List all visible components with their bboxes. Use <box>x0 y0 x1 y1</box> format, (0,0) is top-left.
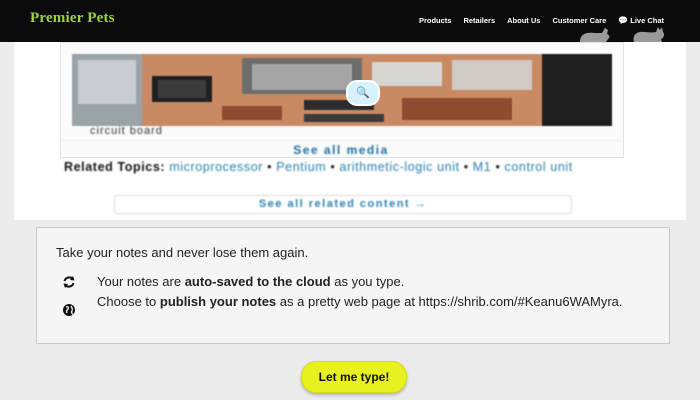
let-me-type-button[interactable]: Let me type! <box>301 361 407 393</box>
nav-about-us[interactable]: About Us <box>507 16 540 25</box>
notes-info-card: Take your notes and never lose them agai… <box>36 227 670 344</box>
site-header: Premier Pets Products Retailers About Us… <box>0 0 700 42</box>
nav-retailers[interactable]: Retailers <box>463 16 495 25</box>
media-caption: circuit board <box>90 125 163 137</box>
circuit-board-image[interactable] <box>72 54 612 126</box>
related-link[interactable]: M1 <box>473 160 492 174</box>
site-logo[interactable]: Premier Pets <box>30 10 115 27</box>
related-topics: Related Topics: microprocessor • Pentium… <box>64 160 573 174</box>
see-related-content-button[interactable]: See all related content → <box>114 195 572 214</box>
feature-highlight: auto-saved to the cloud <box>184 274 331 289</box>
article-embed: 🔍 circuit board See all media Related To… <box>14 42 686 220</box>
feature-text: as you type. <box>330 274 405 289</box>
feature-highlight: publish your notes <box>159 294 277 309</box>
feature-text: Your notes are <box>97 274 185 289</box>
refresh-icon <box>62 275 76 289</box>
cat-and-dog-silhouette-icon <box>580 27 665 42</box>
nav-products[interactable]: Products <box>419 16 452 25</box>
notes-intro: Take your notes and never lose them agai… <box>56 245 309 260</box>
see-all-media-link[interactable]: See all media <box>62 140 620 157</box>
globe-icon <box>62 303 76 317</box>
related-link[interactable]: Pentium <box>276 160 326 174</box>
related-link[interactable]: microprocessor <box>169 160 263 174</box>
feature-text: Choose to <box>97 294 160 309</box>
magnify-icon[interactable]: 🔍 <box>346 80 380 106</box>
feature-autosave: Your notes are auto-saved to the cloud a… <box>97 274 657 290</box>
feature-text: as a pretty web page at https://shrib.co… <box>276 294 623 309</box>
related-link[interactable]: arithmetic-logic unit <box>339 160 459 174</box>
related-topics-label: Related Topics: <box>64 160 166 174</box>
feature-publish: Choose to publish your notes as a pretty… <box>97 294 657 310</box>
related-link[interactable]: control unit <box>505 160 573 174</box>
